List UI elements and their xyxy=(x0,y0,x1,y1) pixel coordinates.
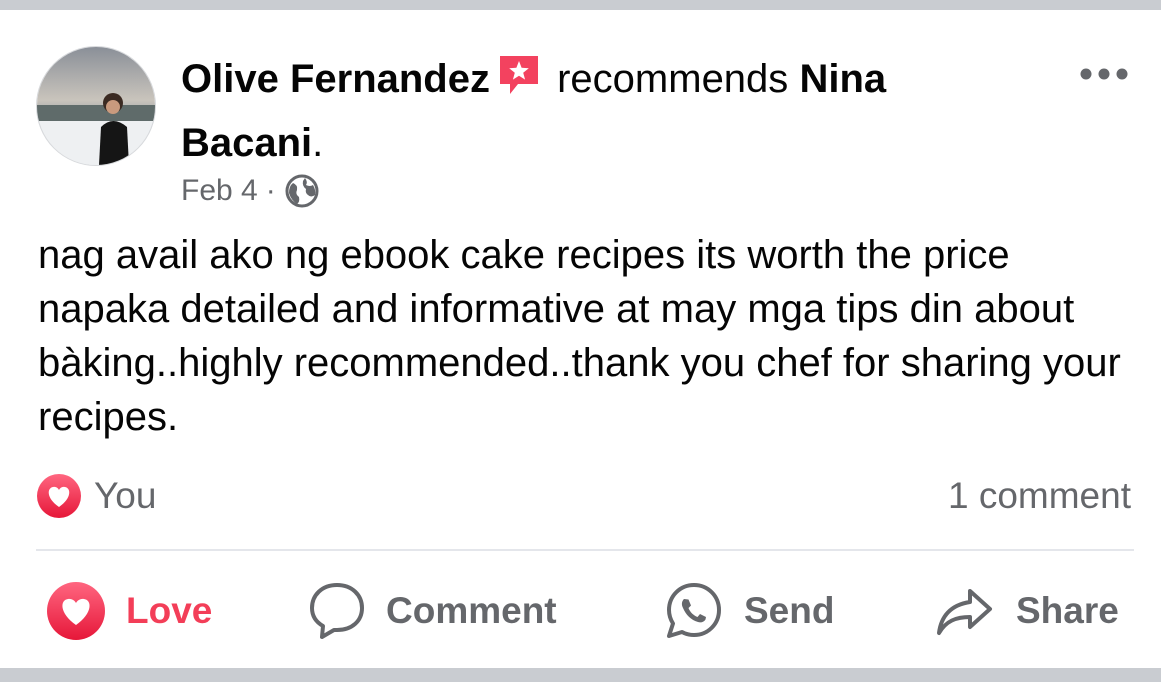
avatar-photo xyxy=(37,47,155,165)
post-date[interactable]: Feb 4 xyxy=(181,174,258,208)
action-divider xyxy=(36,549,1134,551)
send-button[interactable]: Send xyxy=(664,576,834,646)
love-label: Love xyxy=(126,590,213,631)
globe-icon xyxy=(284,173,320,209)
share-arrow-icon xyxy=(937,589,992,635)
author-avatar[interactable] xyxy=(36,46,156,166)
post-text: nag avail ako ng ebook cake recipes its … xyxy=(38,233,1121,439)
recommends-verb: recommends xyxy=(557,57,789,101)
author-name[interactable]: Olive Fernandez xyxy=(181,57,490,101)
post-header: Olive Fernandez recommends Nina Bacani. xyxy=(181,50,1031,172)
comment-icon xyxy=(310,583,364,639)
top-separator-band xyxy=(0,0,1161,10)
recommendation-badge-icon xyxy=(496,52,542,114)
love-icon xyxy=(47,582,105,640)
reactions-summary[interactable]: You xyxy=(36,472,156,520)
send-label: Send xyxy=(744,590,835,631)
share-label: Share xyxy=(1016,590,1119,631)
comment-button[interactable]: Comment xyxy=(308,576,557,646)
post-meta: Feb 4 · xyxy=(181,170,320,212)
comment-count-link[interactable]: 1 comment xyxy=(948,472,1131,520)
comment-label: Comment xyxy=(386,590,557,631)
whatsapp-send-icon xyxy=(667,583,721,638)
more-options-icon[interactable] xyxy=(1078,62,1130,86)
share-button[interactable]: Share xyxy=(934,576,1119,646)
bottom-separator-band xyxy=(0,668,1161,682)
love-reaction-icon xyxy=(37,474,81,518)
reaction-label: You xyxy=(94,475,157,516)
post-action-bar: Love Comment Send Share xyxy=(0,576,1161,646)
love-button[interactable]: Love xyxy=(46,576,212,646)
header-period: . xyxy=(312,121,324,165)
meta-separator: · xyxy=(265,174,276,207)
